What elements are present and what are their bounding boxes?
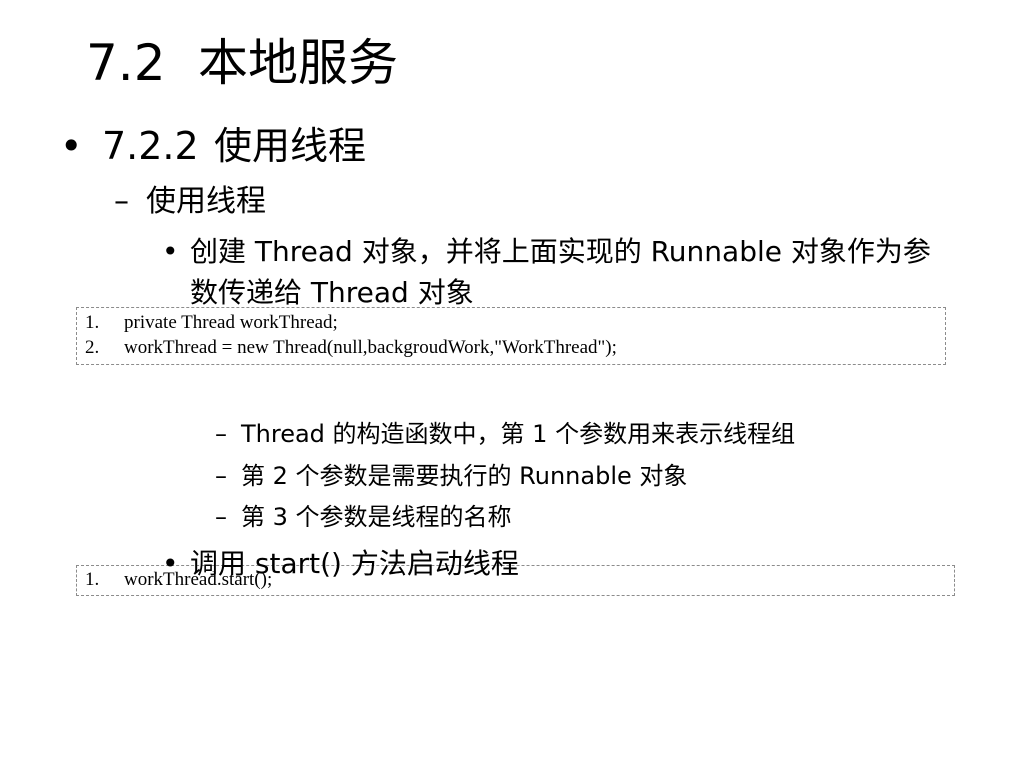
item-text: 创建 Thread 对象，并将上面实现的 Runnable 对象作为参数传递给 … xyxy=(190,235,931,309)
bullet-level3-create-thread: • 创建 Thread 对象，并将上面实现的 Runnable 对象作为参数传递给… xyxy=(162,231,940,313)
note-text: 第 3 个参数是线程的名称 xyxy=(241,503,512,531)
code-text: workThread = new Thread(null,backgroudWo… xyxy=(124,337,617,358)
line-number: 1. xyxy=(85,569,100,590)
subpoint-text: 使用线程 xyxy=(146,184,266,219)
title-text: 本地服务 xyxy=(198,34,398,92)
section-number: 7.2.2 xyxy=(102,124,199,168)
line-number: 1. xyxy=(85,312,100,333)
bullet-icon: • xyxy=(162,547,179,580)
note-item: – 第 2 个参数是需要执行的 Runnable 对象 xyxy=(215,460,687,492)
note-text: Thread 的构造函数中，第 1 个参数用来表示线程组 xyxy=(241,420,796,448)
dash-icon: – xyxy=(215,462,227,490)
code-text: private Thread workThread; xyxy=(124,312,338,333)
section-text: 使用线程 xyxy=(214,124,367,168)
title-number: 7.2 xyxy=(86,34,166,92)
note-text: 第 2 个参数是需要执行的 Runnable 对象 xyxy=(241,462,688,490)
code-block-1: 1. private Thread workThread; 2. workThr… xyxy=(76,307,946,365)
subpoint-level2: – 使用线程 xyxy=(114,182,266,222)
code-line: 2. workThread = new Thread(null,backgrou… xyxy=(77,335,945,360)
bullet-icon: • xyxy=(60,124,83,168)
dash-icon: – xyxy=(114,184,129,219)
bullet-icon: • xyxy=(162,235,179,268)
line-number: 2. xyxy=(85,337,100,358)
slide-title: 7.2 本地服务 xyxy=(86,28,398,98)
note-item: – Thread 的构造函数中，第 1 个参数用来表示线程组 xyxy=(215,418,795,450)
bullet-level1: • 7.2.2 使用线程 xyxy=(60,120,366,172)
code-line: 1. private Thread workThread; xyxy=(77,310,945,335)
bullet-level3-start-thread: • 调用 start() 方法启动线程 xyxy=(162,543,519,584)
note-item: – 第 3 个参数是线程的名称 xyxy=(215,501,512,533)
dash-icon: – xyxy=(215,503,227,531)
dash-icon: – xyxy=(215,420,227,448)
item-text: 调用 start() 方法启动线程 xyxy=(190,547,519,580)
